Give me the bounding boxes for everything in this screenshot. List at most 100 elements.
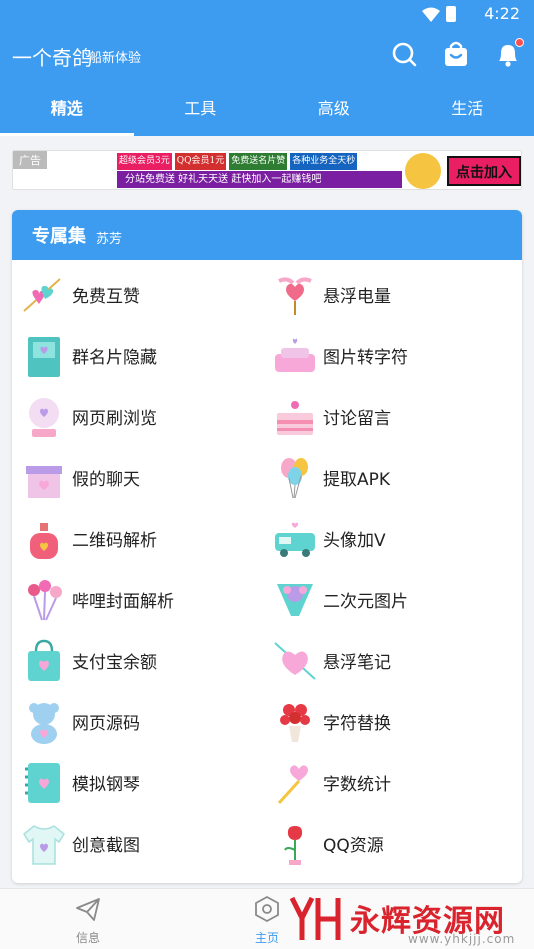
watermark-url: www.yhkjjj.com	[408, 932, 516, 946]
feature-item[interactable]: 悬浮电量	[271, 264, 522, 325]
tab-tools[interactable]: 工具	[134, 84, 268, 136]
feature-item[interactable]: 支付宝余额	[20, 630, 271, 691]
feature-label: 讨论留言	[323, 409, 391, 429]
ad-join-button[interactable]: 点击加入	[447, 156, 521, 186]
feature-item[interactable]: 二次元图片	[271, 569, 522, 630]
ad-strip: 超级会员3元 QQ会员1元 免费送名片赞 各种业务全天秒 分站免费送 好礼天天送…	[117, 153, 521, 189]
heart-arrow-icon	[23, 277, 61, 312]
hexagon-icon	[255, 895, 279, 923]
ad-offer: 免费送名片赞	[229, 153, 288, 170]
watermark-logo-icon	[289, 896, 341, 940]
feature-label: 创意截图	[72, 836, 140, 856]
tab-bar: 精选 工具 高级 生活	[0, 84, 534, 136]
feature-label: 哔哩封面解析	[72, 592, 174, 612]
feature-item[interactable]: 悬浮笔记	[271, 630, 522, 691]
card-header: 专属集 苏芳	[12, 210, 522, 260]
card-subtitle: 苏芳	[96, 231, 123, 247]
app-subtitle: 船新体验	[89, 51, 142, 66]
feature-label: 头像加V	[323, 531, 386, 551]
notifications-button[interactable]	[494, 38, 524, 68]
wifi-icon	[422, 7, 440, 22]
gift-box-icon	[26, 465, 62, 498]
nav-messages[interactable]: 信息	[48, 895, 128, 946]
feature-item[interactable]: 群名片隐藏	[20, 325, 271, 386]
feature-label: 网页源码	[72, 714, 140, 734]
notification-dot	[515, 38, 524, 47]
tab-featured[interactable]: 精选	[0, 84, 134, 136]
winged-heart-icon	[278, 276, 312, 315]
feature-label: 提取APK	[323, 470, 391, 490]
status-bar: 4:22	[0, 0, 534, 28]
van-icon	[275, 522, 315, 557]
bouquet-icon	[277, 583, 313, 616]
feature-grid: 免费互赞 悬浮电量 群名片隐藏 图片转字符 网页刷浏览 讨论留言 假的聊天 提取…	[12, 260, 522, 874]
heart-wand-icon	[277, 764, 308, 804]
heart-lollipops-icon	[28, 579, 62, 620]
feature-label: 群名片隐藏	[72, 348, 157, 368]
feature-label: 模拟钢琴	[72, 775, 140, 795]
feature-item[interactable]: 网页刷浏览	[20, 386, 271, 447]
feature-item[interactable]: 假的聊天	[20, 447, 271, 508]
potted-rose-icon	[284, 825, 303, 865]
notebook-icon	[25, 762, 60, 803]
feature-item[interactable]: 字数统计	[271, 752, 522, 813]
rose-bunch-icon	[280, 703, 310, 742]
feature-item[interactable]: QQ资源	[271, 813, 522, 874]
feature-item[interactable]: 讨论留言	[271, 386, 522, 447]
tab-advanced[interactable]: 高级	[267, 84, 401, 136]
ad-offer: QQ会员1元	[174, 153, 227, 170]
search-button[interactable]	[390, 40, 418, 68]
feature-item[interactable]: 哔哩封面解析	[20, 569, 271, 630]
feature-label: 二次元图片	[323, 592, 408, 612]
feature-label: 二维码解析	[72, 531, 157, 551]
feature-label: 支付宝余额	[72, 653, 157, 673]
feature-label: 假的聊天	[72, 470, 140, 490]
ad-label: 广告	[13, 151, 47, 169]
battery-icon	[446, 6, 456, 22]
card-title: 专属集	[32, 226, 86, 247]
feature-item[interactable]: 提取APK	[271, 447, 522, 508]
feature-item[interactable]: 模拟钢琴	[20, 752, 271, 813]
feature-label: 网页刷浏览	[72, 409, 157, 429]
nav-messages-label: 信息	[75, 931, 100, 945]
feature-label: 字数统计	[323, 775, 391, 795]
balloons-icon	[281, 457, 308, 498]
ad-offer: 超级会员3元	[117, 153, 172, 170]
ad-slogan: 分站免费送 好礼天天送 赶快加入一起赚钱吧	[117, 171, 402, 188]
shopping-bag-icon	[445, 41, 467, 66]
sofa-icon	[275, 338, 315, 372]
shop-button[interactable]	[442, 40, 470, 68]
crystal-ball-icon	[29, 397, 59, 437]
feature-item[interactable]: 创意截图	[20, 813, 271, 874]
feature-label: QQ资源	[323, 836, 384, 856]
book-icon	[28, 336, 60, 377]
feature-label: 图片转字符	[323, 348, 408, 368]
tshirt-icon	[23, 824, 65, 865]
smiley-face-icon	[405, 153, 441, 189]
feature-item[interactable]: 图片转字符	[271, 325, 522, 386]
tab-life[interactable]: 生活	[401, 84, 534, 136]
ad-offer: 各种业务全天秒	[290, 153, 358, 170]
watermark: 永辉资源网 www.yhkjjj.com	[288, 894, 534, 949]
cake-icon	[277, 400, 313, 435]
status-time: 4:22	[484, 4, 520, 23]
feature-item[interactable]: 免费互赞	[20, 264, 271, 325]
feature-item[interactable]: 二维码解析	[20, 508, 271, 569]
cupid-heart-icon	[274, 641, 316, 680]
feature-item[interactable]: 字符替换	[271, 691, 522, 752]
feature-item[interactable]: 头像加V	[271, 508, 522, 569]
feature-label: 免费互赞	[72, 287, 140, 307]
exclusive-collection-card: 专属集 苏芳 免费互赞 悬浮电量 群名片隐藏 图片转字符 网页刷浏览 讨论留言	[12, 210, 522, 883]
perfume-icon	[30, 522, 58, 559]
search-icon	[392, 42, 417, 67]
feature-label: 字符替换	[323, 714, 391, 734]
feature-label: 悬浮电量	[323, 287, 391, 307]
feature-item[interactable]: 网页源码	[20, 691, 271, 752]
paper-plane-icon	[76, 898, 100, 921]
shopping-bag-icon	[28, 639, 60, 681]
feature-label: 悬浮笔记	[323, 653, 391, 673]
ad-banner[interactable]: 广告 超级会员3元 QQ会员1元 免费送名片赞 各种业务全天秒 分站免费送 好礼…	[12, 150, 522, 190]
teddy-bear-icon	[29, 702, 59, 744]
app-title: 一个奇鸽	[12, 46, 92, 70]
app-bar: 一个奇鸽 船新体验	[0, 28, 534, 84]
